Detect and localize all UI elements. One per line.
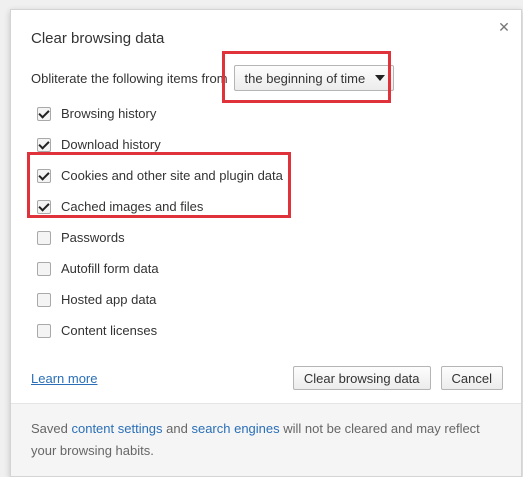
search-engines-link[interactable]: search engines [191, 421, 279, 436]
dialog-actions: Learn more Clear browsing data Cancel [31, 365, 503, 391]
option-content-licenses[interactable]: Content licenses [37, 315, 283, 346]
checkbox[interactable] [37, 106, 51, 121]
info-note: Saved content settings and search engine… [31, 421, 480, 458]
checkbox[interactable] [37, 261, 51, 276]
highlight-box-cookies-cache [27, 152, 291, 218]
option-label: Passwords [61, 230, 125, 245]
cancel-button[interactable]: Cancel [440, 366, 503, 390]
content-settings-link[interactable]: content settings [71, 421, 162, 436]
checkbox[interactable] [37, 137, 51, 152]
checkbox[interactable] [37, 230, 51, 245]
option-passwords[interactable]: Passwords [37, 222, 283, 253]
clear-browsing-data-dialog: ✕ Clear browsing data Obliterate the fol… [10, 9, 522, 477]
option-label: Autofill form data [61, 261, 159, 276]
clear-browsing-data-button[interactable]: Clear browsing data [292, 366, 431, 390]
obliterate-label: Obliterate the following items from [31, 70, 228, 86]
checkbox[interactable] [37, 323, 51, 338]
option-label: Download history [61, 137, 161, 152]
dialog-title: Clear browsing data [31, 30, 165, 47]
option-label: Content licenses [61, 323, 158, 338]
option-label: Browsing history [61, 106, 157, 121]
close-icon[interactable]: ✕ [497, 20, 511, 34]
option-autofill[interactable]: Autofill form data [37, 253, 283, 284]
option-label: Hosted app data [61, 292, 157, 307]
option-browsing-history[interactable]: Browsing history [37, 98, 283, 129]
highlight-box-time-range [222, 51, 391, 103]
info-footer: Saved content settings and search engine… [11, 404, 521, 476]
options-list: Browsing history Download history Cookie… [37, 98, 283, 346]
learn-more-link[interactable]: Learn more [31, 371, 97, 386]
checkbox[interactable] [37, 292, 51, 307]
option-hosted-app-data[interactable]: Hosted app data [37, 284, 283, 315]
